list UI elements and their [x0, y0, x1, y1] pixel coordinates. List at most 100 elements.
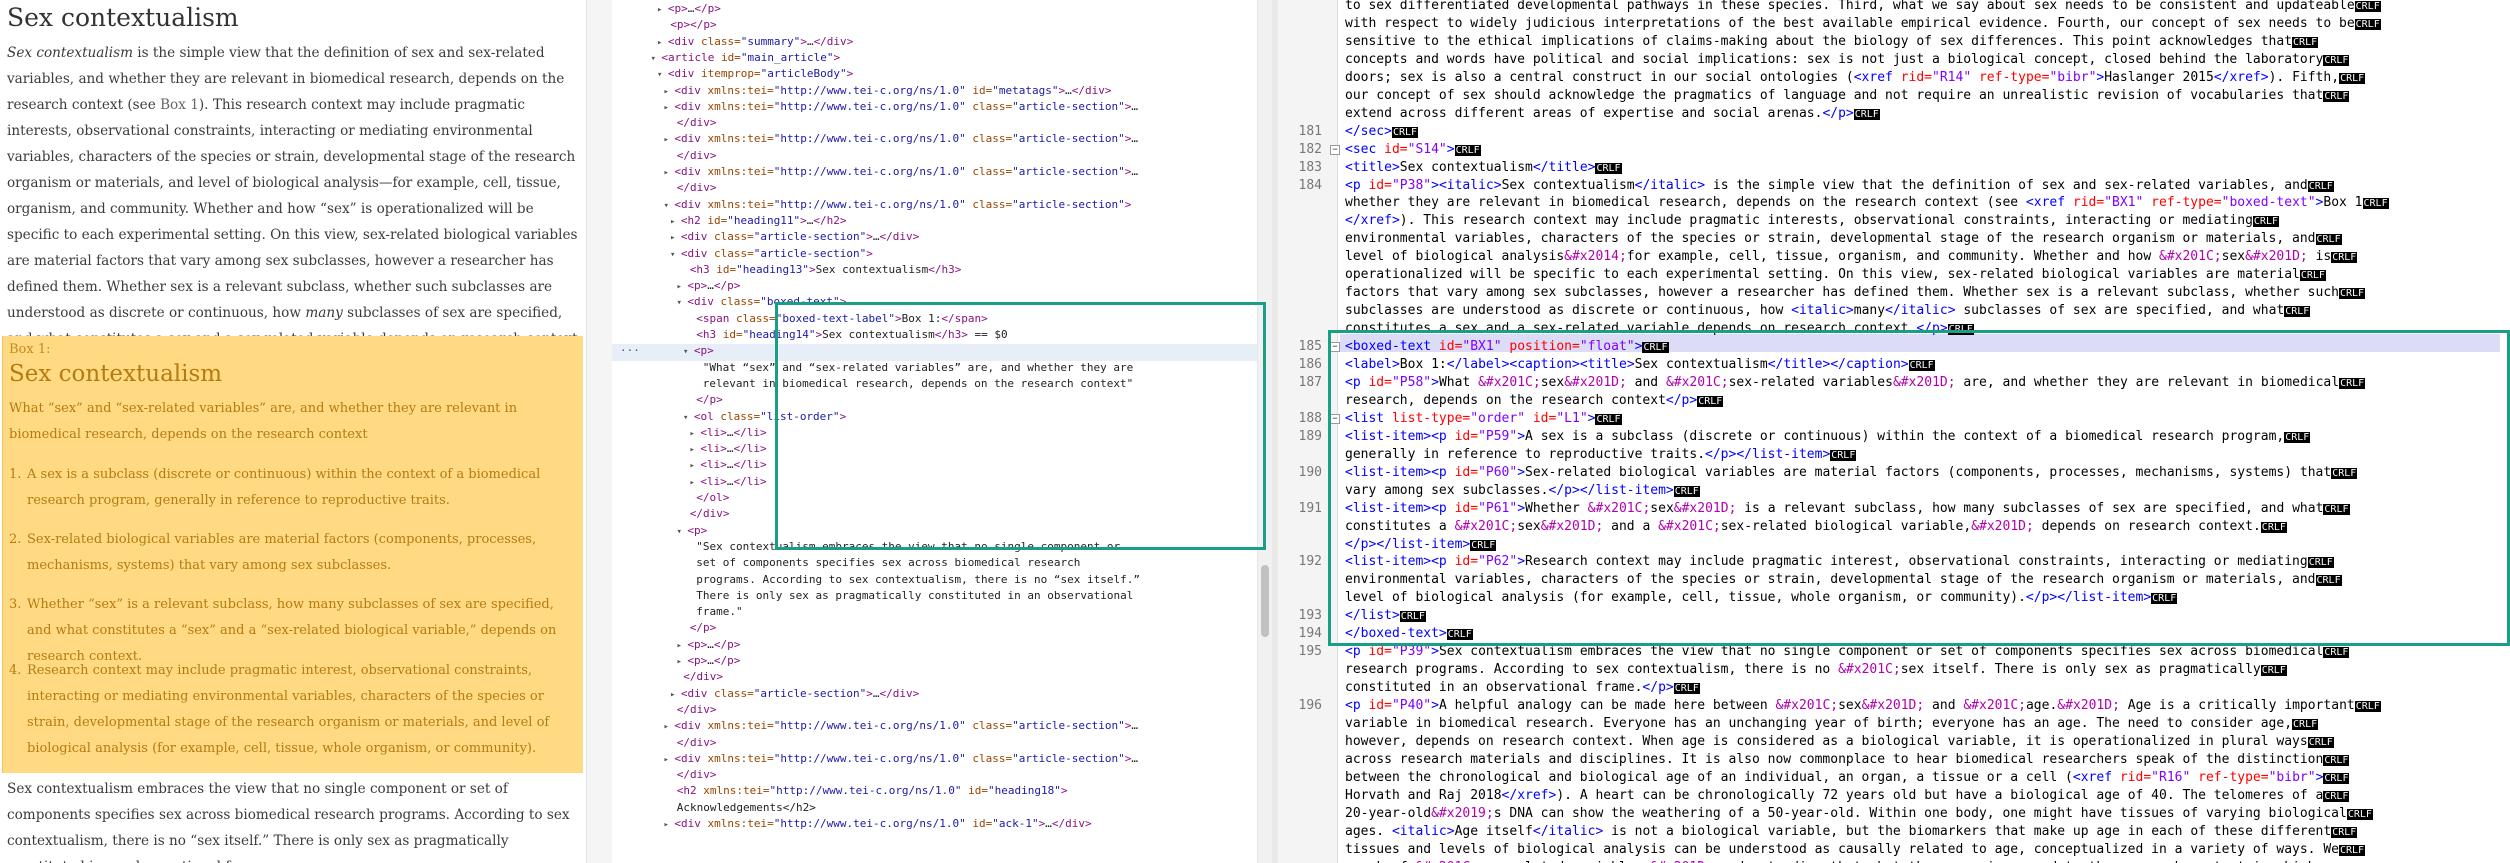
dom-node-line[interactable]: </div> [664, 147, 717, 164]
collapsed-arrow-icon[interactable]: ▸ [664, 87, 675, 97]
code-line[interactable]: extend across different areas of experti… [1345, 105, 1880, 123]
dom-node-line[interactable]: ▸ <p>…</p> [677, 277, 741, 294]
collapsed-arrow-icon[interactable]: ▸ [670, 217, 681, 227]
dom-node-line[interactable]: </div> [664, 701, 717, 718]
collapsed-arrow-icon[interactable]: ▸ [657, 38, 668, 48]
collapsed-arrow-icon[interactable]: ▸ [690, 445, 701, 455]
dom-node-line[interactable]: ▸ <li>…</li> [690, 456, 767, 473]
code-line[interactable]: whether they are relevant in biomedical … [1345, 194, 2389, 212]
dom-node-line[interactable]: <h2 xmlns:tei="http://www.tei-c.org/ns/1… [664, 782, 1068, 799]
code-line[interactable]: </xref>). This research context may incl… [1345, 212, 2279, 230]
collapsed-arrow-icon[interactable]: ▸ [664, 103, 675, 113]
dom-node-line[interactable]: ▸ <div xmlns:tei="http://www.tei-c.org/n… [664, 82, 1112, 99]
dom-node-line[interactable]: ▸ <p>…</p> [677, 652, 741, 669]
code-line[interactable]: research programs. According to sex cont… [1345, 661, 2287, 679]
dom-node-line[interactable]: ▾ <p> [677, 522, 708, 539]
dom-node-line[interactable]: ▸ <li>…</li> [690, 424, 767, 441]
expanded-arrow-icon[interactable]: ▾ [677, 298, 688, 308]
collapsed-arrow-icon[interactable]: ▸ [664, 755, 675, 765]
dom-node-line[interactable]: </div> [677, 505, 730, 522]
collapsed-arrow-icon[interactable]: ▸ [664, 722, 675, 732]
collapsed-arrow-icon[interactable]: ▸ [664, 135, 675, 145]
dom-node-line[interactable]: ▾ <article id="main_article"> [651, 49, 841, 66]
code-line[interactable]: <p id="P40">A helpful analogy can be mad… [1345, 697, 2381, 715]
code-line[interactable]: across research materials and discipline… [1345, 751, 2350, 769]
dom-node-line[interactable]: ▸ <div class="summary">…</div> [657, 33, 853, 50]
collapsed-arrow-icon[interactable]: ▸ [670, 233, 681, 243]
code-line[interactable]: subclasses are understood as discrete or… [1345, 302, 2311, 320]
dom-node-line[interactable]: <h3 id="heading13">Sex contextualism</h3… [677, 261, 962, 278]
collapsed-arrow-icon[interactable]: ▸ [690, 478, 701, 488]
collapsed-arrow-icon[interactable]: ▸ [690, 461, 701, 471]
code-line[interactable]: level of biological analysis&#x2014;for … [1345, 248, 2358, 266]
expanded-arrow-icon[interactable]: ▾ [664, 201, 675, 211]
dom-node-line[interactable]: programs. According to sex contextualism… [683, 571, 1140, 588]
code-line[interactable]: doors; sex is also a central construct i… [1345, 69, 2366, 87]
dom-node-line[interactable]: </div> [664, 114, 717, 131]
code-line[interactable]: between the chronological and biological… [1345, 769, 2350, 787]
code-line[interactable]: <title>Sex contextualism</title>CRLF [1345, 159, 1622, 177]
dom-node-line[interactable]: frame." [683, 603, 742, 620]
expanded-arrow-icon[interactable]: ▾ [657, 70, 668, 80]
code-line[interactable]: factors that vary among sex subclasses, … [1345, 284, 2366, 302]
code-line[interactable]: variable in biomedical research. Everyon… [1345, 715, 2319, 733]
dom-node-line[interactable]: ▾ <div xmlns:tei="http://www.tei-c.org/n… [664, 196, 1132, 213]
dom-node-line[interactable]: <p></p> [657, 16, 716, 33]
code-line[interactable]: ages. <italic>Age itself</italic> is not… [1345, 823, 2358, 841]
expanded-arrow-icon[interactable]: ▾ [670, 250, 681, 260]
code-line[interactable]: environmental variables, characters of t… [1345, 230, 2342, 248]
article-pane[interactable]: Sex contextualism Sex contextualism is t… [0, 0, 586, 863]
code-line[interactable]: however, depends on research context. Wh… [1345, 733, 2334, 751]
dom-node-line[interactable]: ▸ <li>…</li> [690, 440, 767, 457]
expanded-arrow-icon[interactable]: ▾ [683, 347, 694, 357]
dom-node-line[interactable]: </div> [664, 766, 717, 783]
box-link[interactable]: Box 1 [160, 97, 199, 113]
fold-toggle-icon[interactable]: − [1330, 144, 1340, 155]
dom-node-line[interactable]: </div> [664, 734, 717, 751]
expanded-arrow-icon[interactable]: ▾ [651, 54, 662, 64]
more-options-icon[interactable]: ··· [620, 344, 640, 357]
dom-node-line[interactable]: ▸ <div xmlns:tei="http://www.tei-c.org/n… [664, 750, 1138, 767]
dom-node-line[interactable]: ▾ <div itemprop="articleBody"> [657, 65, 853, 82]
code-line[interactable]: <sec id="S14">CRLF [1345, 141, 1481, 159]
dom-node-line[interactable]: </div> [664, 179, 717, 196]
dom-node-line[interactable]: ▸ <div xmlns:tei="http://www.tei-c.org/n… [664, 815, 1092, 832]
collapsed-arrow-icon[interactable]: ▸ [690, 429, 701, 439]
dom-node-line[interactable]: </div> [670, 668, 723, 685]
code-line[interactable]: our concept of sex should acknowledge th… [1345, 87, 2350, 105]
code-line[interactable]: speak of &#x201C;age-related variables,&… [1345, 859, 2342, 863]
code-line[interactable]: operationalized will be specific to each… [1345, 266, 2326, 284]
code-line[interactable]: sensitive to the ethical implications of… [1345, 33, 2319, 51]
collapsed-arrow-icon[interactable]: ▸ [670, 690, 681, 700]
scrollbar-thumb[interactable] [1261, 565, 1269, 637]
expanded-arrow-icon[interactable]: ▾ [677, 527, 688, 537]
code-line[interactable]: </sec>CRLF [1345, 123, 1419, 141]
dom-node-line[interactable]: ▸ <li>…</li> [690, 473, 767, 490]
dom-node-line[interactable]: set of components specifies sex across b… [683, 554, 1080, 571]
collapsed-arrow-icon[interactable]: ▸ [677, 657, 688, 667]
dom-node-line[interactable]: There is only sex as pragmatically const… [683, 587, 1133, 604]
dom-node-line[interactable]: </p> [683, 391, 723, 408]
code-line[interactable]: concepts and words have political and so… [1345, 51, 2350, 69]
dom-node-line[interactable]: </ol> [683, 489, 729, 506]
dom-node-line[interactable]: ▾ <p> [683, 342, 714, 359]
dom-node-line[interactable]: ▸ <h2 id="heading11">…</h2> [670, 212, 846, 229]
dom-node-line[interactable]: ▸ <div xmlns:tei="http://www.tei-c.org/n… [664, 717, 1138, 734]
collapsed-arrow-icon[interactable]: ▸ [677, 641, 688, 651]
dom-node-line[interactable]: ▾ <div class="article-section"> [670, 245, 873, 262]
code-line[interactable]: with respect to widely judicious interpr… [1345, 15, 2381, 33]
collapsed-arrow-icon[interactable]: ▸ [664, 168, 675, 178]
code-line[interactable]: <p id="P38"><italic>Sex contextualism</i… [1345, 177, 2334, 195]
code-line[interactable]: to sex differentiated developmental path… [1345, 0, 2381, 15]
collapsed-arrow-icon[interactable]: ▸ [677, 282, 688, 292]
expanded-arrow-icon[interactable]: ▾ [683, 413, 694, 423]
collapsed-arrow-icon[interactable]: ▸ [664, 820, 675, 830]
dom-node-line[interactable]: ▸ <p>…</p> [657, 0, 721, 17]
dom-node-line[interactable]: ▸ <div xmlns:tei="http://www.tei-c.org/n… [664, 163, 1138, 180]
dom-node-line[interactable]: ▸ <div class="article-section">…</div> [670, 685, 919, 702]
code-line[interactable]: Horvath and Raj 2018</xref>). A heart ca… [1345, 787, 2350, 805]
dom-node-line[interactable]: ▸ <div class="article-section">…</div> [670, 228, 919, 245]
code-line[interactable]: 20-year-old&#x2019;s DNA can show the we… [1345, 805, 2373, 823]
code-line[interactable]: constituted in an observational frame.</… [1345, 679, 1700, 697]
collapsed-arrow-icon[interactable]: ▸ [657, 5, 668, 15]
